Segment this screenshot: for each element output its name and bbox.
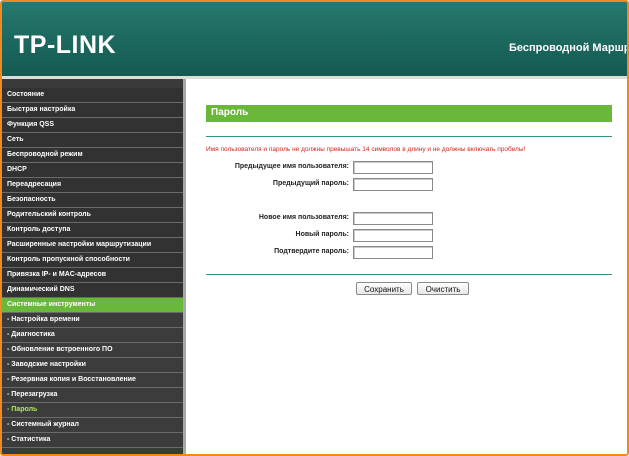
sidebar-item-reboot[interactable]: - Перезагрузка — [2, 388, 183, 403]
sidebar-item-qss[interactable]: Функция QSS — [2, 118, 183, 133]
old-password-field[interactable] — [353, 178, 433, 191]
section-title-bar: Пароль — [206, 105, 612, 122]
sidebar-item-statistics[interactable]: - Статистика — [2, 433, 183, 448]
new-username-label: Новое имя пользователя: — [258, 214, 349, 221]
sidebar-item-ip-mac-binding[interactable]: Привязка IP- и MAC-адресов — [2, 268, 183, 283]
sidebar-item-forwarding[interactable]: Переадресация — [2, 178, 183, 193]
sidebar-item-access-control[interactable]: Контроль доступа — [2, 223, 183, 238]
header-banner: TP-LINK Беспроводной Маршру — [2, 2, 627, 76]
clear-button[interactable]: Очистить — [417, 282, 469, 295]
new-username-field[interactable] — [353, 212, 433, 225]
browser-frame: TP-LINK Беспроводной Маршру Состояние Бы… — [0, 0, 629, 456]
sidebar-item-dhcp[interactable]: DHCP — [2, 163, 183, 178]
sidebar-item-password[interactable]: - Пароль — [2, 403, 183, 418]
sidebar-item-diagnostics[interactable]: - Диагностика — [2, 328, 183, 343]
old-username-label: Предыдущее имя пользователя: — [234, 163, 349, 170]
new-password-label: Новый пароль: — [295, 231, 349, 238]
bottom-divider — [206, 274, 612, 275]
sidebar-item-factory-defaults[interactable]: - Заводские настройки — [2, 358, 183, 373]
sidebar-item-backup-restore[interactable]: - Резервная копия и Восстановление — [2, 373, 183, 388]
warning-message: Имя пользователя и пароль не должны прев… — [206, 146, 526, 153]
old-password-label: Предыдущий пароль: — [272, 180, 349, 187]
sidebar-item-wireless[interactable]: Беспроводной режим — [2, 148, 183, 163]
new-password-field[interactable] — [353, 229, 433, 242]
confirm-password-label: Подтвердите пароль: — [274, 248, 349, 255]
header-title: Беспроводной Маршру — [509, 42, 629, 54]
save-button[interactable]: Сохранить — [356, 282, 412, 295]
sidebar-top-spacer — [2, 79, 183, 88]
section-title: Пароль — [211, 107, 249, 118]
sidebar-item-advanced-routing[interactable]: Расширенные настройки маршрутизации — [2, 238, 183, 253]
sidebar-item-firmware-upgrade[interactable]: - Обновление встроенного ПО — [2, 343, 183, 358]
main-content: Пароль Имя пользователя и пароль не долж… — [186, 79, 627, 454]
sidebar-item-parental-control[interactable]: Родительский контроль — [2, 208, 183, 223]
top-divider — [206, 136, 612, 137]
sidebar-item-system-log[interactable]: - Системный журнал — [2, 418, 183, 433]
sidebar-item-time-settings[interactable]: - Настройка времени — [2, 313, 183, 328]
sidebar-item-quick-setup[interactable]: Быстрая настройка — [2, 103, 183, 118]
sidebar-item-network[interactable]: Сеть — [2, 133, 183, 148]
sidebar-item-status[interactable]: Состояние — [2, 88, 183, 103]
sidebar-item-security[interactable]: Безопасность — [2, 193, 183, 208]
tp-link-logo: TP-LINK — [14, 31, 117, 59]
sidebar-item-system-tools[interactable]: Системные инструменты — [2, 298, 183, 313]
sidebar-item-bandwidth-control[interactable]: Контроль пропускной способности — [2, 253, 183, 268]
confirm-password-field[interactable] — [353, 246, 433, 259]
sidebar-item-dynamic-dns[interactable]: Динамический DNS — [2, 283, 183, 298]
old-username-field[interactable] — [353, 161, 433, 174]
sidebar-menu: Состояние Быстрая настройка Функция QSS … — [2, 79, 186, 454]
